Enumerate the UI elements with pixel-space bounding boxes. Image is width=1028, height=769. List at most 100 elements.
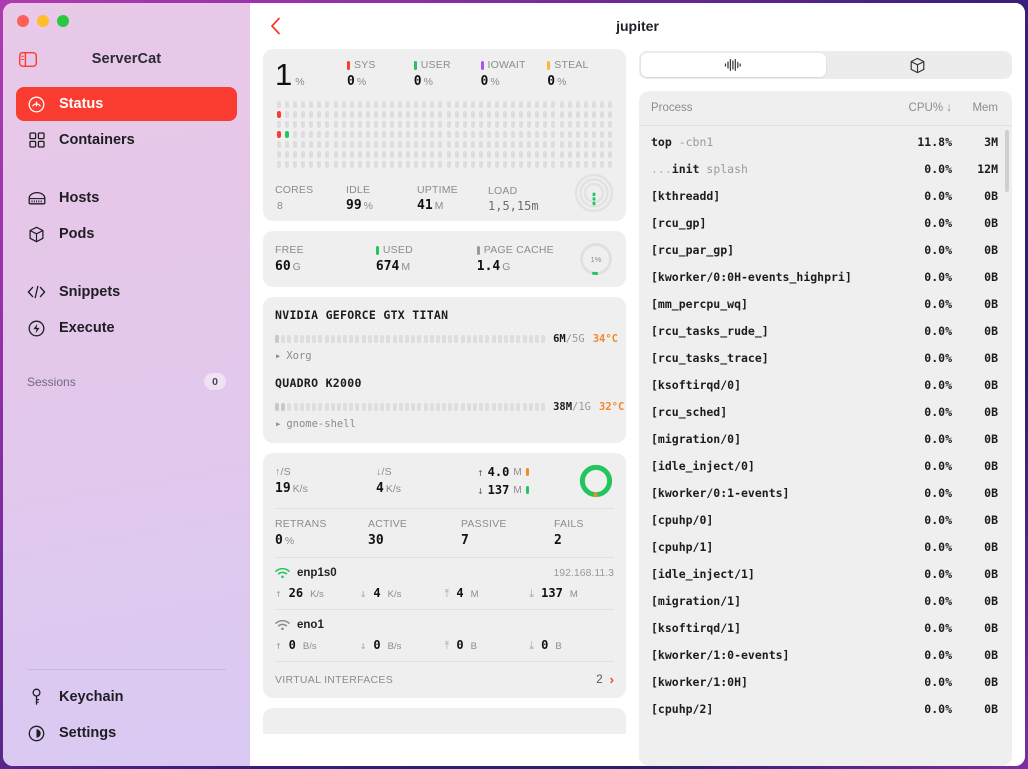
cpu-matrix-dot [398,140,403,148]
cpu-matrix-dot [406,100,411,108]
cpu-matrix-dot [494,120,499,128]
gpu-process-row[interactable]: ▸ gnome-shell [275,418,614,430]
cpu-matrix-dot [486,120,491,128]
cpu-footer: CORES 8 IDLE 99% UPTIME 41 M LOAD 1,5,15… [275,173,614,213]
minimize-button[interactable] [37,15,49,27]
memory-stats: FREE 60 G USED 674 M PAGE CACHE 1.4 G [275,244,578,274]
process-mem-cell: 0B [984,512,998,527]
cpu-stat-unit: % [490,76,500,88]
network-download-rate: ↓/S 4 K/s [376,466,477,496]
process-name: [rcu_tasks_trace] [651,350,769,365]
process-mem-cell: 0B [984,377,998,392]
cpu-matrix-dot [398,100,403,108]
waveform-icon [724,58,742,72]
gpu-bar-segment [460,335,465,343]
network-upload-unit: K/s [292,483,308,495]
cpu-matrix-dot [301,110,306,118]
table-row[interactable]: [ksoftirqd/1] 0.0% 0B [639,614,1012,641]
cpu-matrix-dot [462,120,467,128]
column-header-mem[interactable]: Mem [952,102,998,114]
sidebar-item-status[interactable]: Status [16,87,237,121]
table-row[interactable]: [kworker/1:0-events] 0.0% 0B [639,641,1012,668]
gpu-memory-text: 38M/1G [553,401,592,413]
cpu-matrix-dot [503,150,508,158]
gpu-process-row[interactable]: ▸ Xorg [275,350,614,362]
column-header-process[interactable]: Process [651,102,874,114]
table-row[interactable]: [kworker/1:0H] 0.0% 0B [639,668,1012,695]
cpu-matrix-dot [607,110,612,118]
table-row[interactable]: [rcu_gp] 0.0% 0B [639,209,1012,236]
interface-up-total: ⤒ 4 M [445,586,530,601]
table-row[interactable]: [mm_percpu_wq] 0.0% 0B [639,290,1012,317]
cpu-matrix-dot [511,160,516,168]
virtual-interfaces-row[interactable]: VIRTUAL INTERFACES 2 › [275,662,614,698]
gpu-bar-segment [411,335,416,343]
table-row[interactable]: [kthreadd] 0.0% 0B [639,182,1012,209]
cpu-matrix-dot [454,100,459,108]
table-row[interactable]: [rcu_tasks_trace] 0.0% 0B [639,344,1012,371]
process-list-scrollbar[interactable] [1005,130,1009,192]
network-interface-row[interactable]: enp1s0 192.168.11.3 ↑ 26 K/s ↓ 4 K/s ⤒ 4 M ⤓ 13… [275,558,614,609]
value: 137 [541,586,563,600]
sidebar-item-pods[interactable]: Pods [16,217,237,251]
process-mem-cell: 0B [984,647,998,662]
tab-containers-view[interactable] [826,53,1011,77]
arrow-up-icon: ↑ [275,639,282,652]
cpu-matrix-dot [591,100,596,108]
table-row[interactable]: [ksoftirqd/0] 0.0% 0B [639,371,1012,398]
tab-processes[interactable] [641,53,826,77]
gpu-bar-segment [343,335,348,343]
process-name-ellipsis: ... [651,161,672,176]
sidebar-item-execute[interactable]: Execute [16,311,237,345]
sidebar-item-snippets[interactable]: Snippets [16,275,237,309]
sessions-row[interactable]: Sessions 0 [3,373,250,390]
unit: B [470,641,477,652]
cpu-matrix-dot [422,140,427,148]
cpu-matrix-dot [478,100,483,108]
interface-up-rate: ↑ 0 B/s [275,638,360,653]
sidebar-item-settings[interactable]: Settings [16,716,237,750]
table-row[interactable]: [rcu_sched] 0.0% 0B [639,398,1012,425]
cpu-matrix-dot [607,120,612,128]
process-name-cell: [migration/1] [651,594,874,608]
sidebar-item-hosts[interactable]: Hosts [16,181,237,215]
cpu-matrix-dot [406,150,411,158]
cpu-matrix-dot [398,120,403,128]
cpu-matrix-dot [414,130,419,138]
window-controls [3,3,250,27]
sidebar-item-containers[interactable]: Containers [16,123,237,157]
sidebar-divider [27,669,226,670]
table-row[interactable]: top -cbn1 11.8% 3M [639,128,1012,155]
table-row[interactable]: [cpuhp/1] 0.0% 0B [639,533,1012,560]
table-row[interactable]: [rcu_par_gp] 0.0% 0B [639,236,1012,263]
close-button[interactable] [17,15,29,27]
column-header-cpu[interactable]: CPU% ↓ [874,102,952,114]
cpu-matrix-dot [551,110,556,118]
cpu-matrix-dot [599,140,604,148]
process-name-cell: [migration/0] [651,432,874,446]
table-row[interactable]: [idle_inject/1] 0.0% 0B [639,560,1012,587]
cpu-matrix-dot [551,140,556,148]
table-row[interactable]: [rcu_tasks_rude_] 0.0% 0B [639,317,1012,344]
table-row[interactable]: [kworker/0:1-events] 0.0% 0B [639,479,1012,506]
table-row[interactable]: ...init splash 0.0% 12M [639,155,1012,182]
process-cpu-cell: 0.0% [924,485,952,500]
table-row[interactable]: [migration/1] 0.0% 0B [639,587,1012,614]
gpu-bar-segment [330,335,335,343]
cpu-stat-label: USER [420,59,451,71]
gpu-entry-0: NVIDIA GEFORCE GTX TITAN 6M/5G 34°C ▸ Xo… [275,308,618,362]
gpu-bar-segment [330,403,335,411]
gpu-bar-segment [312,403,317,411]
table-row[interactable]: [kworker/0:0H-events_highpri] 0.0% 0B [639,263,1012,290]
sidebar-item-keychain[interactable]: Keychain [16,680,237,714]
sidebar-toggle-icon[interactable] [17,48,39,70]
zoom-button[interactable] [57,15,69,27]
table-row[interactable]: [migration/0] 0.0% 0B [639,425,1012,452]
table-row[interactable]: [cpuhp/2] 0.0% 0B [639,695,1012,722]
cpu-matrix-dot [543,130,548,138]
cpu-matrix-dot [357,130,362,138]
cpu-matrix-dot [293,100,298,108]
table-row[interactable]: [idle_inject/0] 0.0% 0B [639,452,1012,479]
network-interface-row[interactable]: eno1 ↑ 0 B/s ↓ 0 B/s ⤒ 0 B ⤓ 0 B [275,610,614,661]
table-row[interactable]: [cpuhp/0] 0.0% 0B [639,506,1012,533]
